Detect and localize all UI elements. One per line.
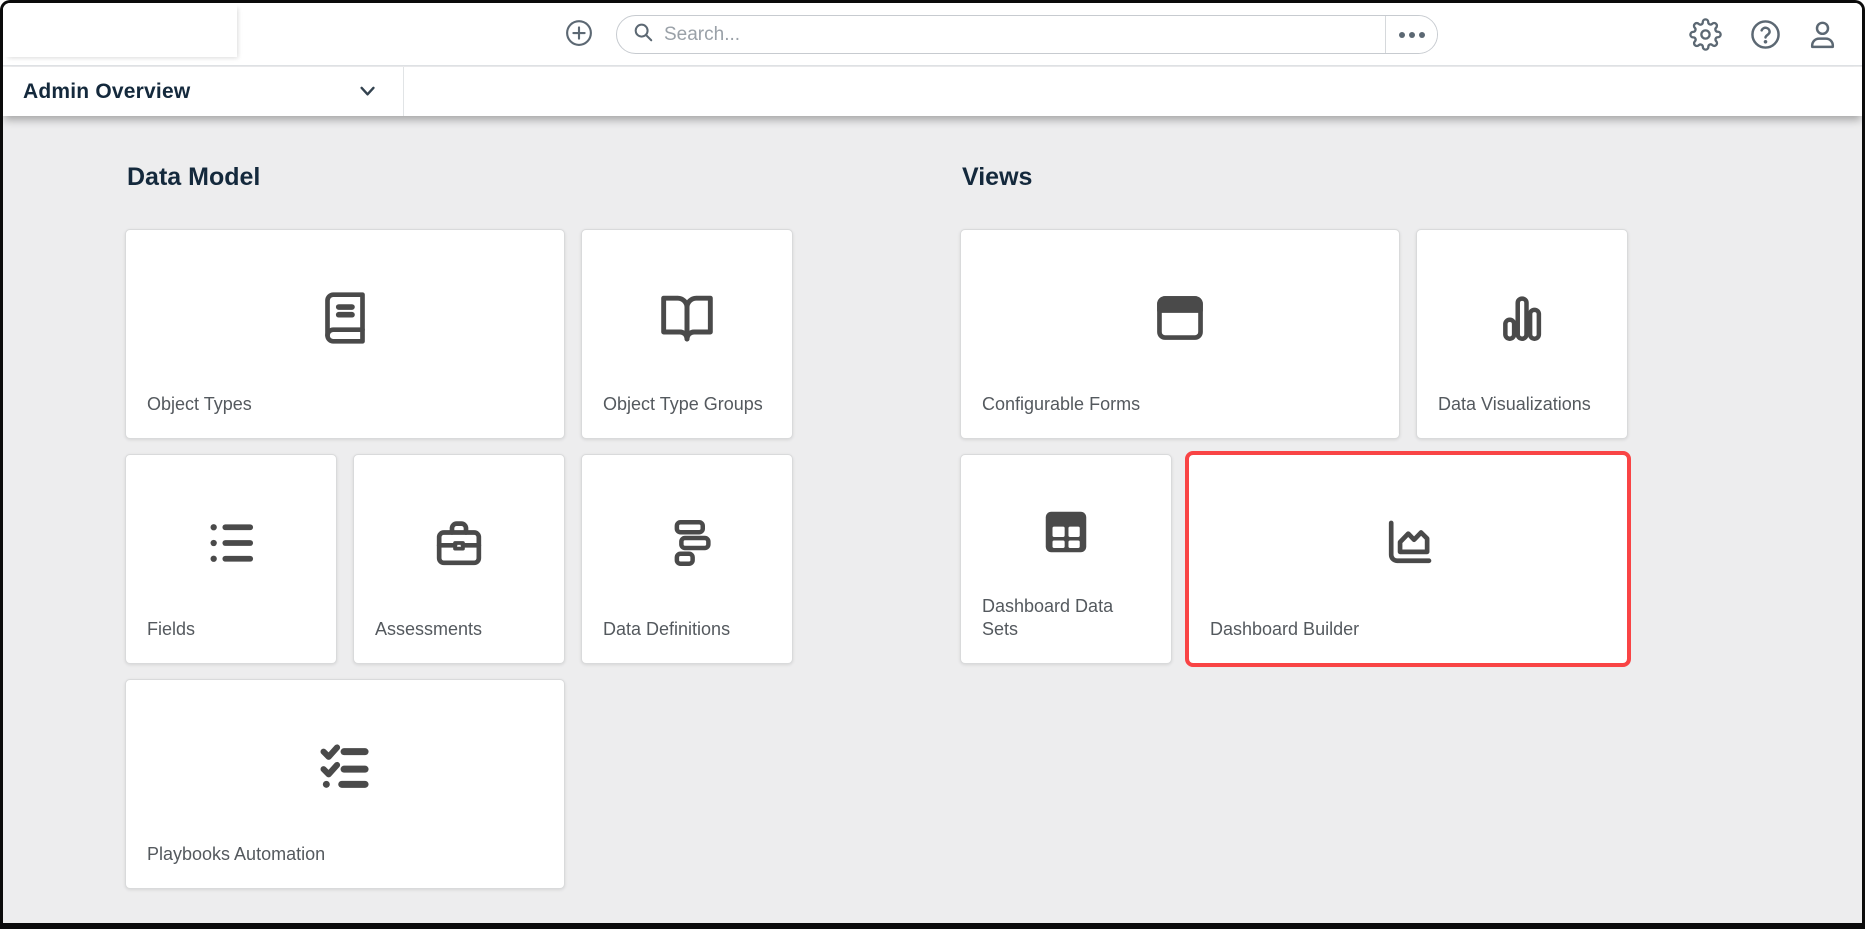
- table-icon: [961, 455, 1171, 595]
- card-fields[interactable]: Fields: [125, 454, 337, 664]
- window-icon: [961, 230, 1399, 393]
- card-object-types[interactable]: Object Types: [125, 229, 565, 439]
- search-bar: [616, 15, 1438, 54]
- top-bar: [3, 3, 1862, 66]
- section-title: Data Model: [127, 163, 261, 191]
- views-grid: Configurable Forms Data Visualizations D…: [960, 229, 1660, 667]
- app-window: Admin Overview Data Model: [0, 0, 1865, 929]
- help-button[interactable]: [1747, 18, 1783, 54]
- card-label: Fields: [147, 618, 196, 639]
- section-views: Views Configurable Forms Data Visualizat…: [960, 163, 1660, 667]
- data-model-grid: Object Types Object Type Groups Fields A…: [125, 229, 825, 889]
- area-chart-icon: [1189, 455, 1627, 618]
- user-menu-button[interactable]: [1804, 18, 1840, 54]
- logo-tab: [3, 3, 237, 57]
- card-label: Configurable Forms: [982, 393, 1141, 414]
- help-icon: [1749, 18, 1782, 54]
- book-icon: [126, 230, 564, 393]
- user-icon: [1806, 18, 1839, 54]
- list-icon: [126, 455, 336, 618]
- search-options-button[interactable]: [1385, 16, 1437, 53]
- open-book-icon: [582, 230, 792, 393]
- page-header-bar: Admin Overview: [3, 67, 1862, 116]
- card-object-type-groups[interactable]: Object Type Groups: [581, 229, 793, 439]
- card-label: Assessments: [375, 618, 483, 639]
- gear-icon: [1688, 18, 1722, 54]
- card-label: Data Definitions: [603, 618, 731, 639]
- card-assessments[interactable]: Assessments: [353, 454, 565, 664]
- search-input[interactable]: [664, 23, 1385, 46]
- card-label: Object Type Groups: [603, 393, 763, 414]
- add-button[interactable]: [563, 18, 595, 50]
- card-configurable-forms[interactable]: Configurable Forms: [960, 229, 1400, 439]
- card-dashboard-data-sets[interactable]: Dashboard Data Sets: [960, 454, 1172, 664]
- settings-button[interactable]: [1687, 18, 1723, 54]
- card-data-definitions[interactable]: Data Definitions: [581, 454, 793, 664]
- card-playbooks-automation[interactable]: Playbooks Automation: [125, 679, 565, 889]
- page-title: Admin Overview: [23, 79, 191, 103]
- bar-chart-icon: [1417, 230, 1627, 393]
- ellipsis-icon: [1398, 31, 1425, 38]
- briefcase-icon: [354, 455, 564, 618]
- card-label: Dashboard Builder: [1210, 618, 1360, 639]
- card-data-visualizations[interactable]: Data Visualizations: [1416, 229, 1628, 439]
- page-title-dropdown[interactable]: [353, 78, 381, 106]
- card-label: Data Visualizations: [1438, 393, 1591, 414]
- checklist-icon: [126, 680, 564, 843]
- chevron-down-icon: [354, 77, 380, 108]
- header-divider: [403, 67, 404, 116]
- section-title: Views: [962, 163, 1033, 191]
- search-icon: [617, 21, 654, 48]
- section-data-model: Data Model Object Types Object Type Grou…: [125, 163, 825, 889]
- card-dashboard-builder[interactable]: Dashboard Builder: [1185, 451, 1631, 667]
- card-label: Object Types: [147, 393, 252, 414]
- card-label: Playbooks Automation: [147, 843, 326, 864]
- data-definitions-icon: [582, 455, 792, 618]
- plus-circle-icon: [564, 18, 594, 51]
- card-label: Dashboard Data Sets: [982, 595, 1114, 639]
